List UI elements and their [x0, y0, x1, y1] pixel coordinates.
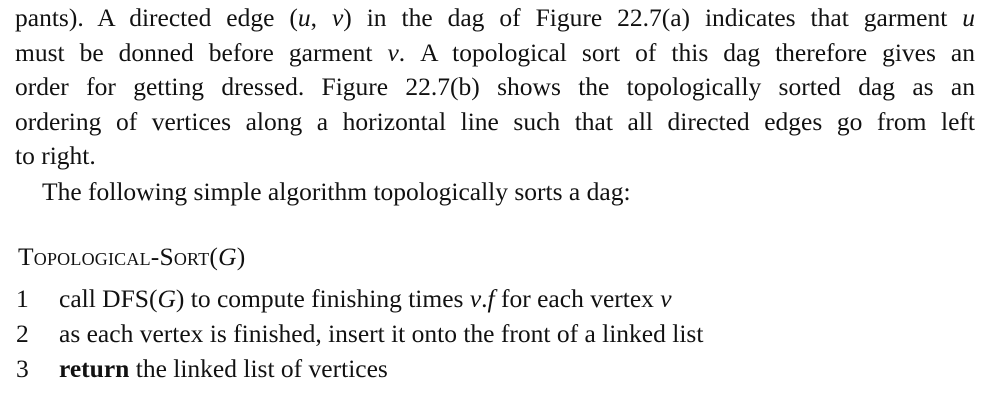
- paragraph-line-4: ordering of vertices along a horizontal …: [15, 106, 975, 136]
- procedure-close-parenthesis: ): [236, 242, 246, 271]
- each-vertex-text: for each vertex: [494, 283, 661, 313]
- paragraph-line-1-text-start: pants). A directed edge (: [15, 3, 298, 32]
- dfs-argument: G: [157, 283, 176, 313]
- topological-sort-paragraph: pants). A directed edge (u, ν) in the da…: [15, 0, 975, 174]
- paragraph-line-2: must be donned before garment ν. A topol…: [15, 36, 975, 71]
- garment-variable-u: u: [962, 3, 975, 32]
- procedure-line: 1 call DFS(G) to compute finishing times…: [15, 282, 975, 317]
- edge-target-variable: ν: [331, 3, 344, 32]
- textbook-page: pants). A directed edge (u, ν) in the da…: [15, 0, 975, 387]
- procedure-title: Topological-Sort(G): [18, 240, 975, 275]
- finishing-times-text: ) to compute finishing times: [175, 283, 470, 313]
- vertex-variable: ν: [469, 283, 482, 313]
- edge-comma: ,: [310, 3, 332, 32]
- procedure-line-text: as each vertex is finished, insert it on…: [59, 318, 704, 348]
- procedure-open-parenthesis: (: [209, 242, 219, 271]
- procedure-line-text: call DFS(G) to compute finishing times ν…: [59, 282, 975, 317]
- return-keyword: return: [59, 353, 130, 383]
- procedure-name: Topological-Sort: [18, 242, 210, 271]
- procedure-line-text: return the linked list of vertices: [59, 352, 975, 387]
- paragraph-line-2-text-start: must be donned before garment: [15, 37, 388, 67]
- line-number: 3: [16, 353, 29, 383]
- procedure-line: 3 return the linked list of vertices: [15, 352, 975, 387]
- garment-variable-v: ν: [387, 37, 399, 67]
- line-number: 2: [16, 318, 29, 348]
- algorithm-intro-paragraph: The following simple algorithm topologic…: [42, 176, 631, 206]
- finish-field: f: [487, 283, 495, 313]
- paragraph-line-2-text-end: . A topological sort of this dag therefo…: [398, 37, 975, 67]
- loop-vertex-variable: ν: [660, 283, 672, 313]
- dfs-call-text: call DFS: [59, 283, 149, 313]
- return-text: the linked list of vertices: [129, 353, 388, 383]
- paragraph-line-3: order for getting dressed. Figure 22.7(b…: [15, 72, 975, 101]
- procedure-line: 2 as each vertex is finished, insert it …: [15, 317, 975, 352]
- paragraph-line-1: pants). A directed edge (u, ν) in the da…: [15, 1, 975, 36]
- paragraph-line-5: to right.: [15, 141, 96, 170]
- procedure-argument: G: [218, 242, 237, 271]
- topological-sort-procedure: Topological-Sort(G) 1 call DFS(G) to com…: [15, 240, 975, 387]
- edge-source-variable: u: [297, 3, 311, 32]
- paragraph-line-1-text-end: ) in the dag of Figure 22.7(a) indicates…: [343, 3, 963, 32]
- line-number: 1: [16, 283, 29, 313]
